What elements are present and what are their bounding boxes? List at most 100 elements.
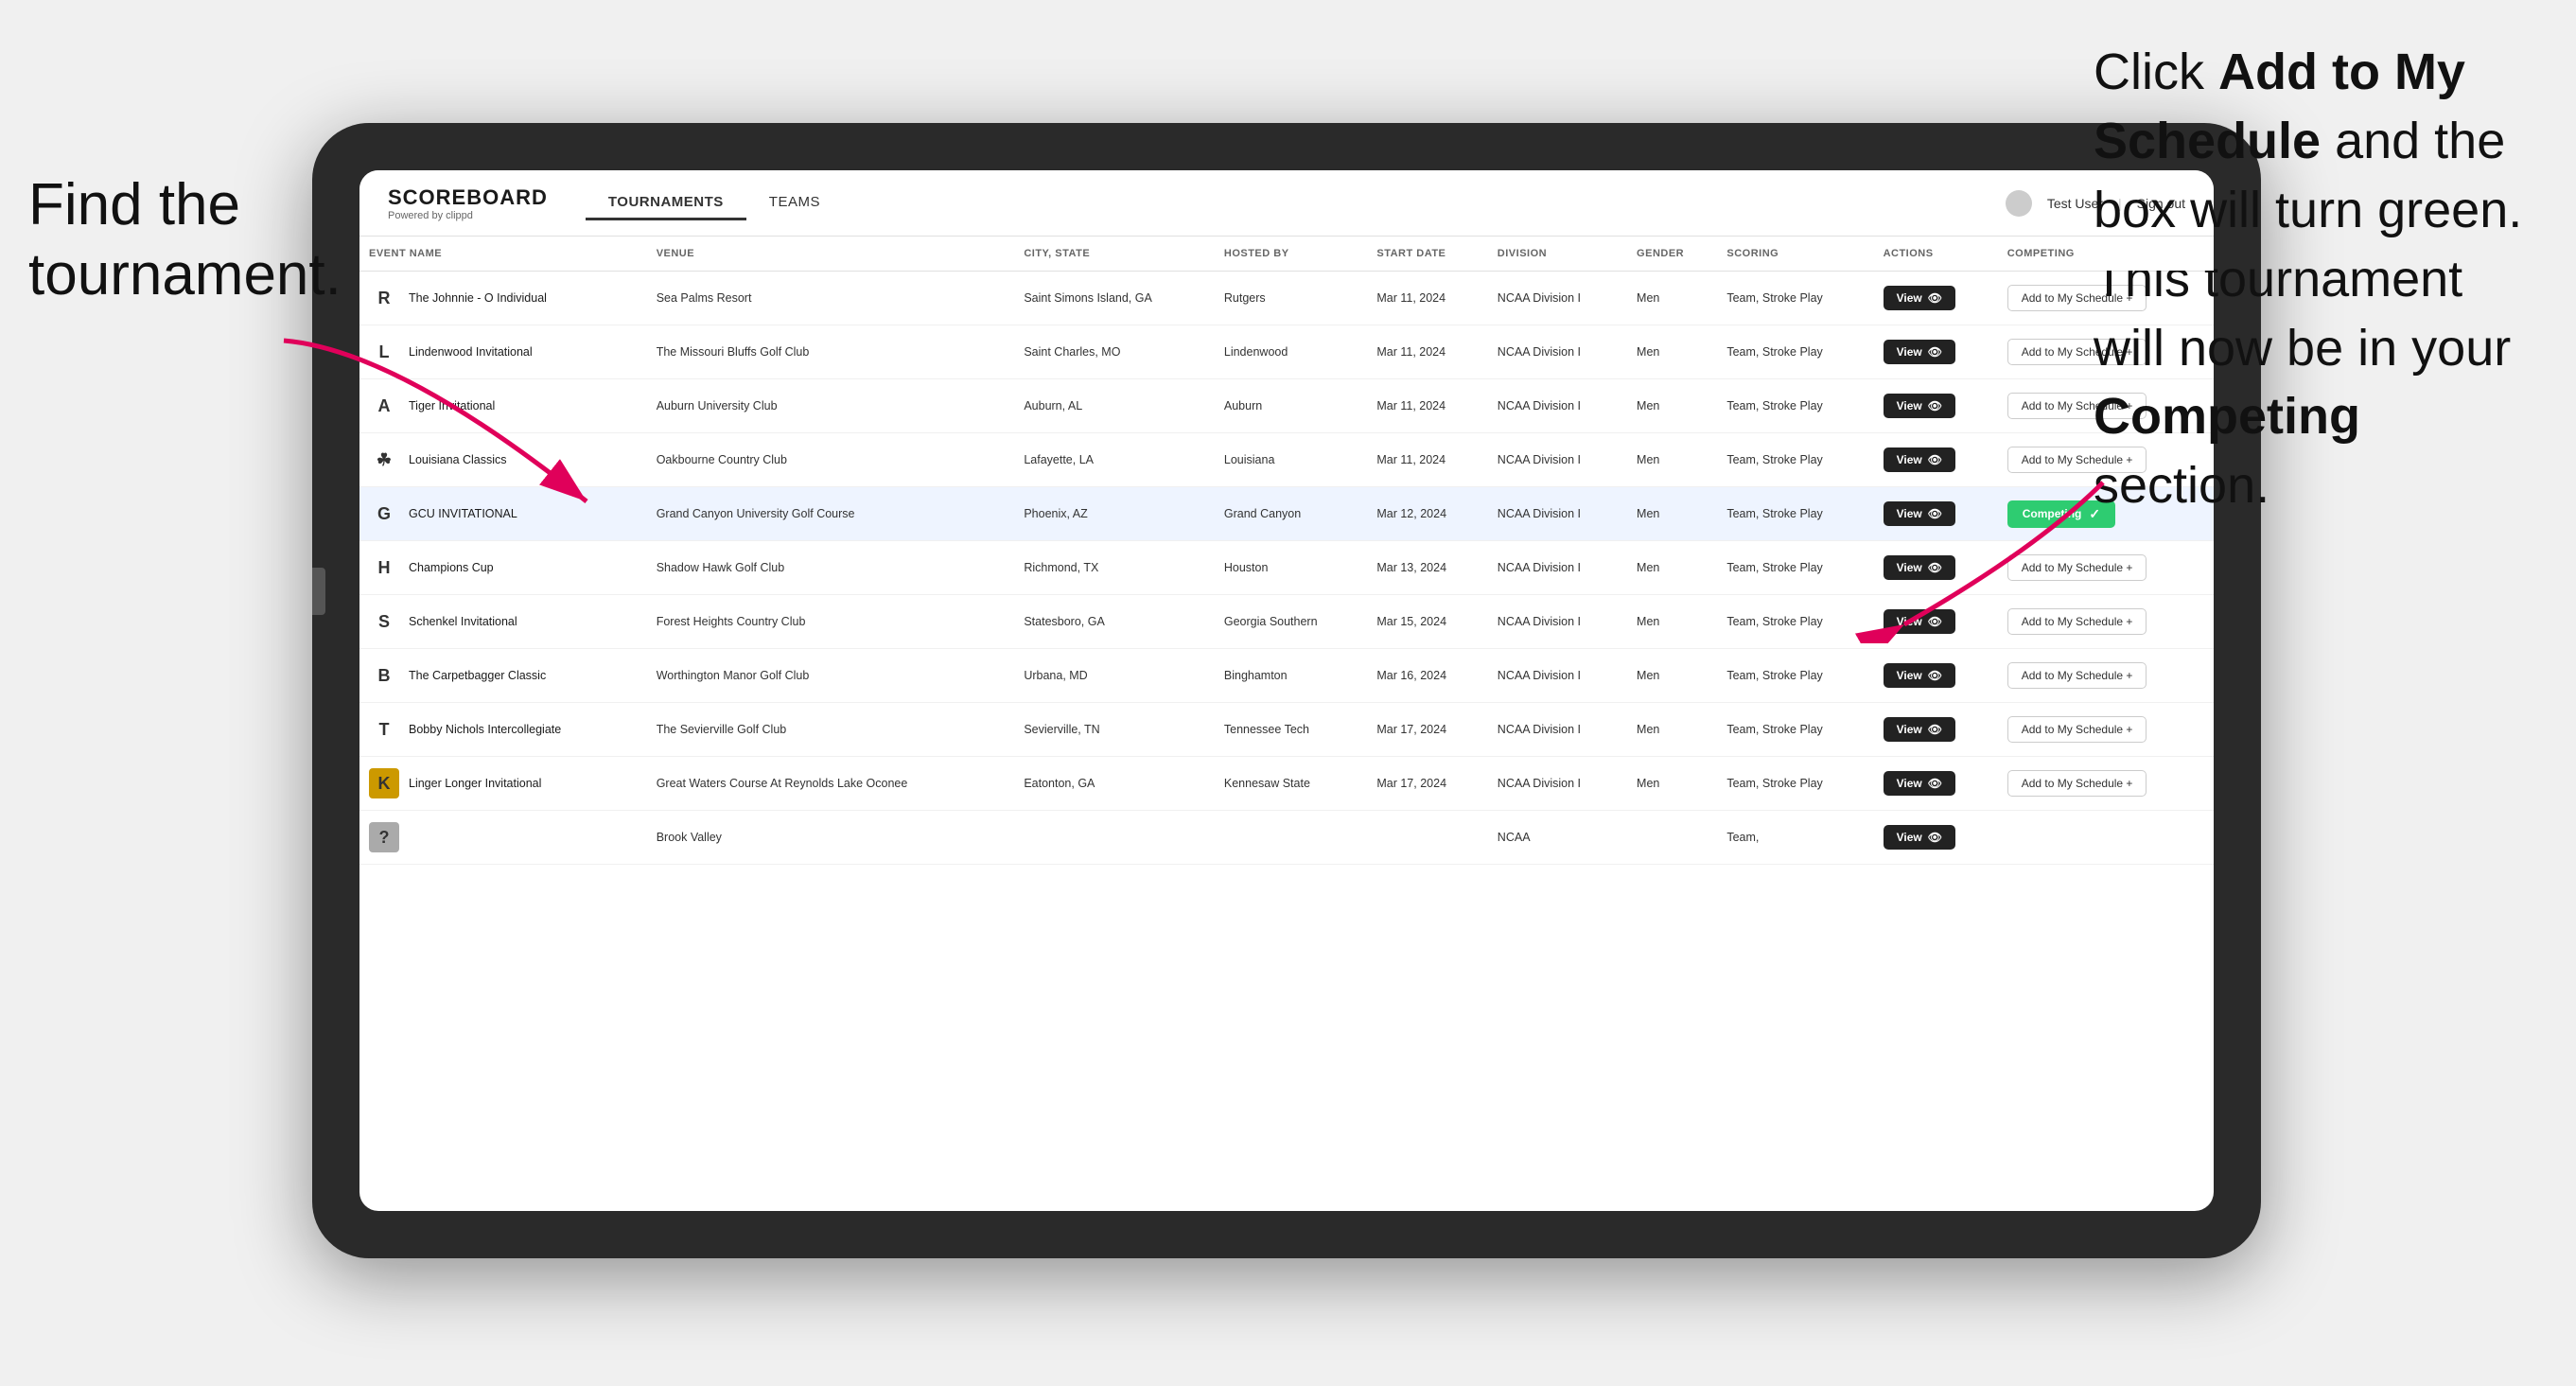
table-row: LLindenwood InvitationalThe Missouri Blu… (359, 325, 2214, 379)
scoring-cell: Team, Stroke Play (1717, 433, 1873, 487)
table-row: GGCU INVITATIONALGrand Canyon University… (359, 487, 2214, 541)
view-button[interactable]: View 👁 (1884, 717, 1955, 742)
city-state-cell: Saint Simons Island, GA (1014, 272, 1215, 325)
event-name-text: Linger Longer Invitational (409, 777, 541, 790)
eye-icon: 👁 (1928, 345, 1942, 359)
tournaments-table: EVENT NAME VENUE CITY, STATE HOSTED BY S… (359, 237, 2214, 865)
eye-icon: 👁 (1928, 399, 1942, 412)
actions-cell: View 👁 (1874, 811, 1998, 865)
event-name-cell: GGCU INVITATIONAL (359, 487, 647, 541)
start-date-cell: Mar 15, 2024 (1367, 595, 1487, 649)
hosted-by-cell: Grand Canyon (1215, 487, 1367, 541)
hosted-by-cell: Tennessee Tech (1215, 703, 1367, 757)
tab-tournaments[interactable]: TOURNAMENTS (586, 186, 746, 220)
hosted-by-cell: Georgia Southern (1215, 595, 1367, 649)
view-button[interactable]: View 👁 (1884, 286, 1955, 310)
actions-cell: View 👁 (1874, 379, 1998, 433)
event-name-cell: ? (359, 811, 647, 865)
eye-icon: 👁 (1928, 561, 1942, 574)
division-cell: NCAA Division I (1488, 325, 1627, 379)
view-button[interactable]: View 👁 (1884, 447, 1955, 472)
competing-cell: Add to My Schedule + (1998, 703, 2214, 757)
city-state-cell: Auburn, AL (1014, 379, 1215, 433)
start-date-cell: Mar 16, 2024 (1367, 649, 1487, 703)
view-button[interactable]: View 👁 (1884, 555, 1955, 580)
team-logo: R (369, 283, 399, 313)
scoring-cell: Team, Stroke Play (1717, 757, 1873, 811)
scoring-cell: Team, Stroke Play (1717, 325, 1873, 379)
division-cell: NCAA (1488, 811, 1627, 865)
gender-cell: Men (1627, 541, 1717, 595)
start-date-cell: Mar 13, 2024 (1367, 541, 1487, 595)
gender-cell: Men (1627, 649, 1717, 703)
venue-cell: Grand Canyon University Golf Course (647, 487, 1015, 541)
start-date-cell: Mar 11, 2024 (1367, 379, 1487, 433)
hosted-by-cell: Kennesaw State (1215, 757, 1367, 811)
team-logo: ? (369, 822, 399, 852)
table-row: HChampions CupShadow Hawk Golf ClubRichm… (359, 541, 2214, 595)
tab-teams[interactable]: TEAMS (746, 186, 843, 220)
event-name-text: Tiger Invitational (409, 399, 495, 412)
table-row: KLinger Longer InvitationalGreat Waters … (359, 757, 2214, 811)
team-logo: ☘ (369, 445, 399, 475)
add-to-schedule-button[interactable]: Add to My Schedule + (2007, 716, 2147, 743)
view-button[interactable]: View 👁 (1884, 394, 1955, 418)
view-button[interactable]: View 👁 (1884, 771, 1955, 796)
competing-cell (1998, 811, 2214, 865)
table-header: EVENT NAME VENUE CITY, STATE HOSTED BY S… (359, 237, 2214, 272)
scoring-cell: Team, Stroke Play (1717, 487, 1873, 541)
gender-cell: Men (1627, 379, 1717, 433)
competing-cell: Add to My Schedule + (1998, 649, 2214, 703)
table-row: ?Brook ValleyNCAATeam,View 👁 (359, 811, 2214, 865)
tablet-screen: SCOREBOARD Powered by clippd TOURNAMENTS… (359, 170, 2214, 1211)
event-name-text: Louisiana Classics (409, 453, 507, 466)
venue-cell: The Missouri Bluffs Golf Club (647, 325, 1015, 379)
actions-cell: View 👁 (1874, 325, 1998, 379)
city-state-cell (1014, 811, 1215, 865)
add-to-schedule-button[interactable]: Add to My Schedule + (2007, 608, 2147, 635)
sidebar-toggle[interactable] (312, 568, 325, 615)
view-button[interactable]: View 👁 (1884, 663, 1955, 688)
view-button[interactable]: View 👁 (1884, 609, 1955, 634)
view-button[interactable]: View 👁 (1884, 340, 1955, 364)
competing-cell: Add to My Schedule + (1998, 595, 2214, 649)
city-state-cell: Phoenix, AZ (1014, 487, 1215, 541)
city-state-cell: Sevierville, TN (1014, 703, 1215, 757)
division-cell: NCAA Division I (1488, 703, 1627, 757)
event-name-text: The Johnnie - O Individual (409, 291, 547, 305)
add-to-schedule-button[interactable]: Add to My Schedule + (2007, 662, 2147, 689)
actions-cell: View 👁 (1874, 595, 1998, 649)
view-button[interactable]: View 👁 (1884, 825, 1955, 850)
col-scoring: SCORING (1717, 237, 1873, 272)
venue-cell: Shadow Hawk Golf Club (647, 541, 1015, 595)
col-division: DIVISION (1488, 237, 1627, 272)
eye-icon: 👁 (1928, 291, 1942, 305)
city-state-cell: Statesboro, GA (1014, 595, 1215, 649)
city-state-cell: Richmond, TX (1014, 541, 1215, 595)
gender-cell: Men (1627, 325, 1717, 379)
gender-cell (1627, 811, 1717, 865)
view-button[interactable]: View 👁 (1884, 501, 1955, 526)
division-cell: NCAA Division I (1488, 272, 1627, 325)
add-to-schedule-button[interactable]: Add to My Schedule + (2007, 770, 2147, 797)
eye-icon: 👁 (1928, 723, 1942, 736)
venue-cell: Auburn University Club (647, 379, 1015, 433)
add-to-schedule-button[interactable]: Add to My Schedule + (2007, 554, 2147, 581)
actions-cell: View 👁 (1874, 649, 1998, 703)
competing-cell: Add to My Schedule + (1998, 757, 2214, 811)
table-body: RThe Johnnie - O IndividualSea Palms Res… (359, 272, 2214, 865)
hosted-by-cell: Houston (1215, 541, 1367, 595)
venue-cell: Great Waters Course At Reynolds Lake Oco… (647, 757, 1015, 811)
event-name-cell: HChampions Cup (359, 541, 647, 595)
division-cell: NCAA Division I (1488, 541, 1627, 595)
col-event-name: EVENT NAME (359, 237, 647, 272)
navbar: SCOREBOARD Powered by clippd TOURNAMENTS… (359, 170, 2214, 237)
division-cell: NCAA Division I (1488, 757, 1627, 811)
scoring-cell: Team, Stroke Play (1717, 595, 1873, 649)
eye-icon: 👁 (1928, 615, 1942, 628)
event-name-text: Bobby Nichols Intercollegiate (409, 723, 561, 736)
event-name-cell: ATiger Invitational (359, 379, 647, 433)
venue-cell: Forest Heights Country Club (647, 595, 1015, 649)
eye-icon: 👁 (1928, 669, 1942, 682)
col-venue: VENUE (647, 237, 1015, 272)
